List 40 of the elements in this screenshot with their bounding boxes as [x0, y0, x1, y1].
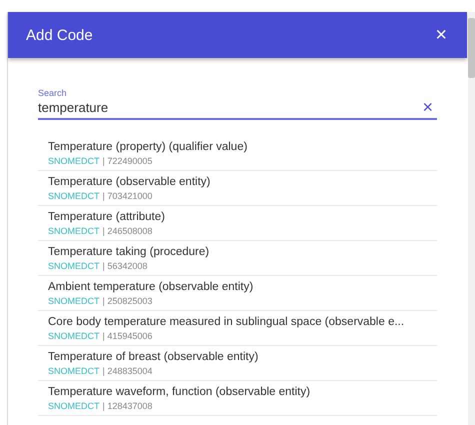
code-system: SNOMEDCT [48, 190, 100, 203]
code-number: | 722490005 [102, 155, 152, 168]
result-name: Temperature (observable entity) [48, 175, 212, 190]
code-number: | 250825003 [102, 295, 152, 308]
result-name: Core body temperature measured in sublingual space (observable e... [48, 315, 406, 330]
clear-button[interactable]: × [418, 98, 438, 116]
dialog-title: Add Code [26, 26, 93, 44]
code-number: | 703421000 [102, 190, 152, 203]
result-item[interactable]: Temperature (observable entity) SNOMEDCT | 703421000 [38, 171, 438, 206]
code-number: | 415945006 [102, 330, 152, 343]
code-number: | 246508008 [102, 225, 152, 238]
result-name: Temperature waveform, function (observable entity) [48, 385, 312, 400]
code-system: SNOMEDCT [48, 400, 100, 413]
code-system: SNOMEDCT [48, 155, 100, 168]
result-name: Temperature (attribute) [48, 210, 166, 225]
search-input[interactable]: temperature [38, 98, 418, 116]
result-item[interactable]: Temperature (attribute) SNOMEDCT | 246508008 [38, 206, 438, 241]
result-item[interactable]: Temperature taking (procedure) SNOMEDCT | 56342008 [38, 241, 438, 276]
code-system: SNOMEDCT [48, 295, 100, 308]
scrollbar-thumb[interactable] [468, 18, 475, 78]
result-name: Temperature taking (procedure) [48, 245, 210, 260]
code-number: | 56342008 [102, 260, 148, 273]
result-item[interactable]: Temperature (property) (qualifier value) SNOMEDCT | 722490005 [38, 136, 438, 171]
result-item[interactable]: Core body temperature measured in sublingual space (observable e... SNOMEDCT | 415945006 [38, 311, 438, 346]
code-system: SNOMEDCT [48, 330, 100, 343]
code-number: | 128437008 [102, 400, 152, 413]
result-name: Temperature of breast (observable entity) [48, 350, 260, 365]
code-system: SNOMEDCT [48, 260, 100, 273]
scrollbar[interactable] [468, 12, 475, 425]
search-field[interactable]: Search temperature × [38, 88, 438, 120]
result-name: Temperature (property) (qualifier value) [48, 140, 248, 155]
result-item[interactable]: Ambient temperature (observable entity) SNOMEDCT | 250825003 [38, 276, 438, 311]
code-system: SNOMEDCT [48, 225, 100, 238]
result-item[interactable]: Temperature waveform, function (observable entity) SNOMEDCT | 128437008 [38, 381, 438, 416]
code-system: SNOMEDCT [48, 365, 100, 378]
code-number: | 248835004 [102, 365, 152, 378]
field-label: Search [38, 88, 68, 98]
result-name: Ambient temperature (observable entity) [48, 280, 254, 295]
close-button[interactable]: × [435, 25, 448, 45]
result-item[interactable]: Temperature of breast (observable entity) SNOMEDCT | 248835004 [38, 346, 438, 381]
